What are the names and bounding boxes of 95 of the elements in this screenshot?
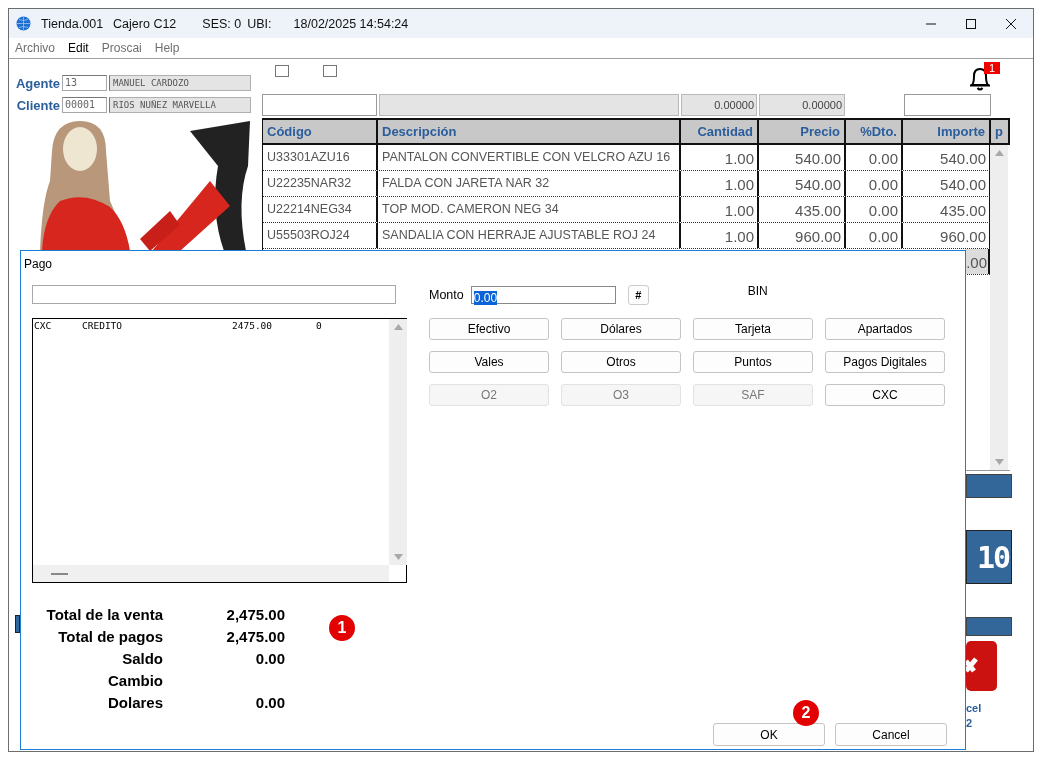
readonly-field: 0.00000 <box>681 94 757 116</box>
column-header[interactable]: Descripción <box>378 120 681 143</box>
menu-item[interactable]: Edit <box>68 41 89 55</box>
list-cell-text: 2475.00 <box>232 320 274 331</box>
digital-display: 10 <box>966 530 1012 584</box>
window-title: Tienda.001 <box>41 16 104 31</box>
scroll-thumb[interactable] <box>51 572 68 575</box>
total-label: Dolares <box>106 694 163 713</box>
checkbox[interactable] <box>275 65 289 77</box>
globe-icon <box>16 16 31 31</box>
payment-method-button[interactable]: Puntos <box>693 351 813 373</box>
bin-label: BIN <box>747 283 768 298</box>
dialog-title: Pago <box>24 257 53 271</box>
payment-method-button[interactable]: Vales <box>429 351 549 373</box>
total-label: Cambio <box>107 672 163 691</box>
total-value: 0.00 <box>254 650 285 669</box>
payment-method-button[interactable]: Apartados <box>825 318 945 340</box>
table-cell: SANDALIA CON HERRAJE AJUSTABLE ROJ 24 <box>378 223 681 248</box>
table-cell: 1.00 <box>681 145 759 170</box>
list-cell-text: CREDITO <box>82 320 124 331</box>
column-header[interactable]: Código <box>263 120 378 143</box>
payment-method-button[interactable]: Efectivo <box>429 318 549 340</box>
table-cell: 1.00 <box>681 197 759 222</box>
scroll-up-icon[interactable] <box>994 150 1004 156</box>
payment-method-button[interactable]: Dólares <box>561 318 681 340</box>
total-label: Total de la venta <box>45 606 163 625</box>
payment-method-button[interactable]: Tarjeta <box>693 318 813 340</box>
table-cell: U55503ROJ24 <box>263 223 378 248</box>
input-field[interactable] <box>262 94 377 116</box>
table-cell: 435.00 <box>759 197 846 222</box>
close-icon[interactable] <box>1005 17 1017 30</box>
scroll-down-icon[interactable] <box>994 459 1004 465</box>
total-label: Saldo <box>121 650 163 669</box>
name-field: RIOS NUÑEZ MARVELLA <box>109 97 251 113</box>
table-cell: 1.00 <box>681 171 759 196</box>
table-cell: 0.00 <box>846 145 903 170</box>
name-field: MANUEL CARDOZO <box>109 75 251 91</box>
status-bar <box>966 474 1012 498</box>
table-cell: .00 <box>965 249 990 274</box>
readonly-field: 0.00000 <box>759 94 845 116</box>
ok-button[interactable]: OK <box>713 723 825 746</box>
total-label: Total de pagos <box>57 628 163 647</box>
table-cell: FALDA CON JARETA NAR 32 <box>378 171 681 196</box>
table-cell: 540.00 <box>759 145 846 170</box>
table-cell: 0.00 <box>846 223 903 248</box>
table-cell: U22235NAR32 <box>263 171 378 196</box>
column-header[interactable]: %Dto. <box>846 120 903 143</box>
hash-button[interactable]: # <box>627 285 649 305</box>
table-cell: PANTALON CONVERTIBLE CON VELCRO AZU 16 <box>378 145 681 170</box>
total-value: 2,475.00 <box>225 606 285 625</box>
bell-icon[interactable] <box>968 66 992 92</box>
list-cell-text: 0 <box>316 320 323 331</box>
number-badge: 1 <box>329 615 355 641</box>
payment-method-button[interactable]: Pagos Digitales <box>825 351 945 373</box>
table-cell: 540.00 <box>759 171 846 196</box>
checkbox[interactable] <box>323 65 337 77</box>
payment-method-button[interactable]: CXC <box>825 384 945 406</box>
button-caption: cel <box>966 701 982 716</box>
status-bar <box>15 615 20 633</box>
maximize-icon[interactable] <box>965 17 977 30</box>
window-title: UBI: <box>247 16 272 31</box>
payment-method-button[interactable]: Otros <box>561 351 681 373</box>
window-title: SES: 0 <box>202 16 242 31</box>
list-cell-text: CXC <box>34 320 53 331</box>
number-badge: 2 <box>793 700 819 726</box>
column-header[interactable]: Importe <box>903 120 991 143</box>
field-label: Agente <box>15 75 60 91</box>
scroll-down-icon[interactable] <box>393 554 403 560</box>
table-cell: U22214NEG34 <box>263 197 378 222</box>
window-title: Cajero C12 <box>113 16 177 31</box>
button-caption: 2 <box>966 716 973 731</box>
field-label: Monto <box>429 288 464 302</box>
payment-list[interactable]: CXC CREDITO 2475.00 0 <box>32 318 407 583</box>
input-field[interactable] <box>32 285 396 304</box>
total-value: 0.00 <box>254 694 285 713</box>
amount-field[interactable]: 0.00 <box>470 286 616 304</box>
table-cell: 1.00 <box>681 223 759 248</box>
table-cell: 0.00 <box>846 197 903 222</box>
window-title: 18/02/2025 14:54:24 <box>293 16 409 31</box>
column-header[interactable]: Cantidad <box>681 120 759 143</box>
notification-badge: 1 <box>984 62 1001 74</box>
scroll-up-icon[interactable] <box>393 324 403 330</box>
status-bar <box>966 617 1012 636</box>
column-header[interactable]: p <box>991 120 1011 143</box>
total-value: 2,475.00 <box>225 628 285 647</box>
table-cell: 960.00 <box>759 223 846 248</box>
column-header[interactable]: Precio <box>759 120 846 143</box>
cancel-button[interactable]: Cancel <box>835 723 947 746</box>
table-cell: 0.00 <box>846 171 903 196</box>
input-field[interactable] <box>904 94 991 116</box>
field-label: Cliente <box>15 97 60 113</box>
code-field[interactable]: 13 <box>62 75 107 91</box>
table-cell: U33301AZU16 <box>263 145 378 170</box>
table-cell: TOP MOD. CAMERON NEG 34 <box>378 197 681 222</box>
code-field[interactable]: 00001 <box>62 97 107 113</box>
